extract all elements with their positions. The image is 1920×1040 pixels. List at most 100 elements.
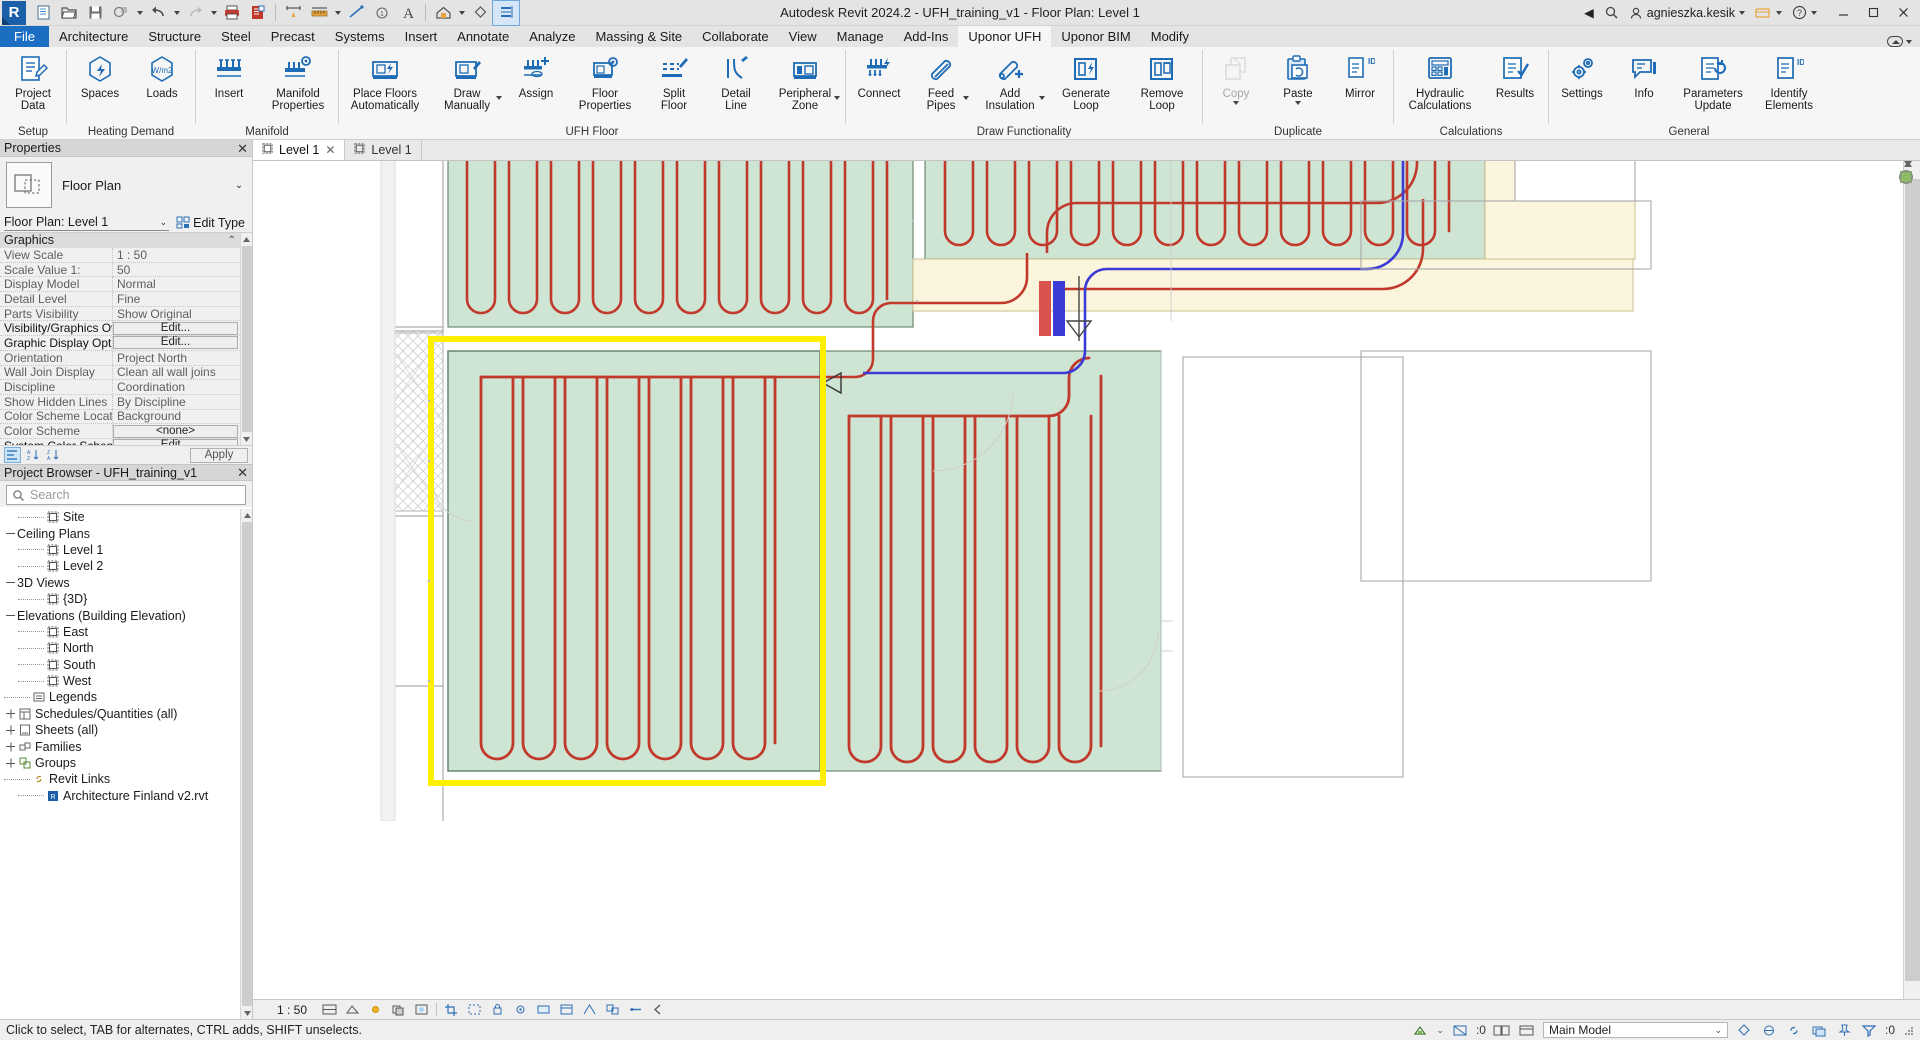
sort-descending-icon[interactable]: ZA [44,447,61,463]
detail-level-icon[interactable] [321,1001,338,1018]
design-options-icon[interactable] [1411,1022,1429,1039]
ribbon-button-remove-loop[interactable]: Remove Loop [1124,50,1200,114]
highlight-displacement-sets-icon[interactable] [604,1001,621,1018]
ribbon-button-info[interactable]: Info [1613,50,1675,102]
editing-requests-icon[interactable] [1518,1022,1536,1039]
property-row[interactable]: Visibility/Graphics Ove...Edit... [0,321,240,337]
view-tab-1[interactable]: Level 1 [345,140,422,160]
properties-type-caret-icon[interactable]: ⌄ [232,180,246,191]
property-row[interactable]: Detail Level Fine [0,291,240,307]
property-row[interactable]: System Color SchemesEdit... [0,438,240,445]
ribbon-button-add-insulation[interactable]: Add Insulation [972,50,1048,114]
properties-scroll-down-icon[interactable] [240,433,252,445]
tree-expand-icon[interactable] [4,762,17,764]
undo-icon[interactable] [145,1,171,25]
tree-collapse-icon[interactable] [4,582,17,584]
dimension-caret-icon[interactable] [332,1,343,25]
autodesk-apps-icon[interactable] [1750,0,1787,26]
temporary-hide-isolate-icon[interactable] [512,1001,529,1018]
tree-item-3d-views[interactable]: 3D Views [0,575,240,591]
tree-expand-icon[interactable] [4,729,17,731]
sun-path-icon[interactable] [367,1001,384,1018]
apply-button[interactable]: Apply [190,447,248,463]
dropdown-caret-icon[interactable] [1039,96,1045,100]
undo-caret-icon[interactable] [171,1,182,25]
ribbon-button-insert[interactable]: Insert [198,50,260,102]
ribbon-button-peripheral-zone[interactable]: Peripheral Zone [767,50,843,114]
tag-icon[interactable] [343,1,369,25]
save-as-caret-icon[interactable] [134,1,145,25]
tab-insert[interactable]: Insert [395,26,448,47]
revit-logo[interactable]: R [2,0,26,25]
view-3d-caret-icon[interactable] [456,1,467,25]
save-as-icon[interactable] [108,1,134,25]
property-row[interactable]: Graphic Display OptionsEdit... [0,335,240,351]
dropdown-caret-icon[interactable] [1233,101,1239,105]
properties-scroll-up-icon[interactable] [240,233,252,245]
keynote-icon[interactable]: 1 [369,1,395,25]
tree-item-west[interactable]: West [0,673,240,689]
ribbon-button-identify-elements[interactable]: ID IdentifyElements [1751,50,1827,114]
resize-grip[interactable] [1902,1024,1914,1036]
crop-view-icon[interactable] [443,1001,460,1018]
tab-file[interactable]: File [0,26,49,47]
project-browser-scrollbar[interactable] [240,509,252,1019]
tab-systems[interactable]: Systems [325,26,395,47]
lock-3d-view-icon[interactable] [489,1001,506,1018]
properties-type-preview[interactable]: Floor Plan ⌄ [0,157,252,213]
property-edit-button[interactable]: <none> [113,424,238,438]
property-row[interactable]: Parts Visibility Show Original [0,306,240,322]
project-browser-close-icon[interactable]: ✕ [237,466,248,479]
tree-item-architecture-finland-v2-rvt[interactable]: R Architecture Finland v2.rvt [0,788,240,804]
ribbon-button-generate-loop[interactable]: Generate Loop [1048,50,1124,114]
ribbon-button-paste[interactable]: Paste [1267,50,1329,107]
properties-selector-combo[interactable]: Floor Plan: Level 1 ⌄ [4,214,170,231]
tab-collaborate[interactable]: Collaborate [692,26,779,47]
ribbon-button-split-floor[interactable]: Split Floor [643,50,705,114]
reveal-hidden-icon[interactable] [535,1001,552,1018]
properties-scrollbar[interactable] [240,233,252,445]
tree-scroll-up-icon[interactable] [241,509,252,521]
properties-close-icon[interactable]: ✕ [237,142,248,155]
selection-link-icon[interactable] [1785,1022,1803,1039]
ribbon-button-connect[interactable]: Connect [848,50,910,102]
property-row[interactable]: Color Scheme <none> [0,424,240,439]
visual-style-icon[interactable] [344,1001,361,1018]
property-row[interactable]: Wall Join Display Clean all wall joins [0,365,240,381]
edit-type-button[interactable]: Edit Type [173,216,248,230]
dropdown-caret-icon[interactable] [496,96,502,100]
tree-collapse-icon[interactable] [4,533,17,535]
properties-group-collapse-icon[interactable]: ⌃ [228,234,236,247]
ribbon-button-loads[interactable]: W/m2 Loads [131,50,193,102]
property-edit-button[interactable]: Edit... [113,439,238,445]
search-prev-icon[interactable]: ◀ [1579,0,1599,26]
ribbon-button-parameters-update[interactable]: Parameters Update [1675,50,1751,114]
property-row[interactable]: Discipline Coordination [0,380,240,395]
show-crop-icon[interactable] [466,1001,483,1018]
design-options-status-icon[interactable] [1735,1022,1753,1039]
tree-item-south[interactable]: South [0,657,240,673]
tree-item-schedules-quantities-all[interactable]: Schedules/Quantities (all) [0,706,240,722]
redo-icon[interactable] [182,1,208,25]
search-icon[interactable] [1599,0,1624,26]
tree-expand-icon[interactable] [4,746,17,748]
tree-item-level-2[interactable]: Level 2 [0,558,240,574]
maximize-button[interactable] [1858,1,1888,25]
default-3d-view-icon[interactable] [430,1,456,25]
tab-uponor-ufh[interactable]: Uponor UFH [958,26,1052,47]
tree-item-site[interactable]: Site [0,509,240,525]
property-row[interactable]: Display Model Normal [0,277,240,293]
active-only-icon[interactable] [1760,1022,1778,1039]
show-analytical-model-icon[interactable] [581,1001,598,1018]
reveal-constraints-icon[interactable] [627,1001,644,1018]
ribbon-button-mirror[interactable]: ID Mirror [1329,50,1391,102]
open-icon[interactable] [56,1,82,25]
properties-scroll-thumb[interactable] [241,246,252,432]
tree-item-north[interactable]: North [0,640,240,656]
properties-group-graphics[interactable]: Graphics ⌃ [0,233,240,248]
redo-caret-icon[interactable] [208,1,219,25]
help-icon[interactable]: ? [1787,0,1822,26]
design-options-caret-icon[interactable]: ⌄ [1436,1025,1444,1036]
tab-uponor-bim[interactable]: Uponor BIM [1051,26,1140,47]
tree-item-3d[interactable]: {3D} [0,591,240,607]
